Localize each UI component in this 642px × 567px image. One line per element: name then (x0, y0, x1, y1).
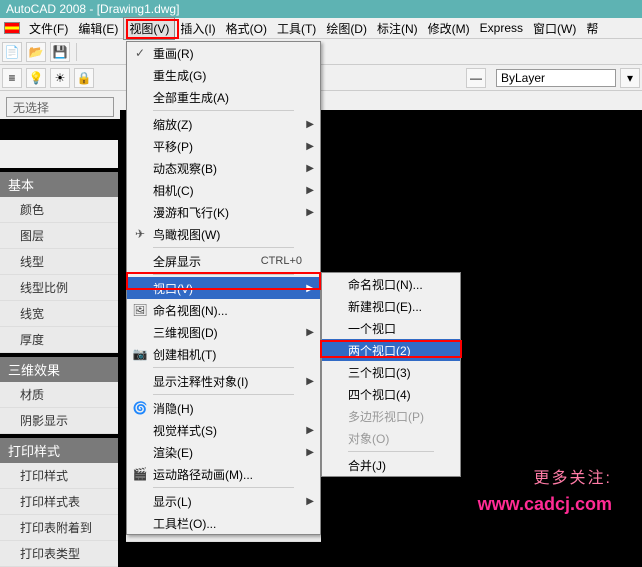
viewports-submenu: 命名视口(N)... 新建视口(E)... 一个视口 两个视口(2) 三个视口(… (321, 272, 461, 477)
watermark-text-2: www.cadcj.com (478, 494, 612, 515)
motion-icon: 🎬 (127, 467, 153, 481)
submenu-three-vp[interactable]: 三个视口(3) (322, 361, 460, 383)
menu-item-fullscreen[interactable]: 全屏显示CTRL+0 (127, 250, 320, 272)
camera-icon: 📷 (127, 347, 153, 361)
menu-item-viewports[interactable]: 视口(V)▶ (127, 277, 320, 299)
prop-thickness[interactable]: 厚度 (0, 327, 118, 353)
menu-insert[interactable]: 插入(I) (175, 18, 220, 39)
submenu-poly-vp: 多边形视口(P) (322, 405, 460, 427)
bulb-icon[interactable]: 💡 (26, 68, 46, 88)
prop-linetype[interactable]: 线型 (0, 249, 118, 275)
menu-format[interactable]: 格式(O) (221, 18, 272, 39)
open-button[interactable]: 📂 (26, 42, 46, 62)
submenu-two-vp[interactable]: 两个视口(2) (322, 339, 460, 361)
layers-icon[interactable]: ≡ (2, 68, 22, 88)
chevron-right-icon: ▶ (306, 447, 314, 458)
prop-plotstyle[interactable]: 打印样式 (0, 463, 118, 489)
prop-color[interactable]: 颜色 (0, 197, 118, 223)
chevron-right-icon: ▶ (306, 185, 314, 196)
menu-edit[interactable]: 编辑(E) (73, 18, 123, 39)
layers-toolbar: ≡ 💡 ☀ 🔒 — ByLayer ▾ (0, 65, 642, 91)
prop-lineweight[interactable]: 线宽 (0, 301, 118, 327)
chevron-right-icon: ▶ (306, 283, 314, 294)
watermark-text-1: 更多关注: (534, 464, 612, 488)
submenu-object-vp: 对象(O) (322, 427, 460, 449)
prop-plottype[interactable]: 打印表类型 (0, 541, 118, 567)
menu-help[interactable]: 帮 (581, 18, 603, 39)
menu-item-walkfly[interactable]: 漫游和飞行(K)▶ (127, 201, 320, 223)
save-button[interactable]: 💾 (50, 42, 70, 62)
prop-plottable[interactable]: 打印样式表 (0, 489, 118, 515)
new-button[interactable]: 📄 (2, 42, 22, 62)
menu-window[interactable]: 窗口(W) (528, 18, 581, 39)
chevron-right-icon: ▶ (306, 141, 314, 152)
menu-item-toolbars[interactable]: 工具栏(O)... (127, 512, 320, 534)
menu-item-regenall[interactable]: 全部重生成(A) (127, 86, 320, 108)
chevron-right-icon: ▶ (306, 496, 314, 507)
standard-toolbar: 📄 📂 💾 (0, 39, 642, 65)
menu-express[interactable]: Express (475, 19, 528, 37)
prop-shadow[interactable]: 阴影显示 (0, 408, 118, 434)
menu-dimension[interactable]: 标注(N) (372, 18, 423, 39)
menu-item-motion[interactable]: 🎬运动路径动画(M)... (127, 463, 320, 485)
more-icon[interactable]: ▾ (620, 68, 640, 88)
menu-item-redraw[interactable]: ✓重画(R) (127, 42, 320, 64)
menu-bar: 文件(F) 编辑(E) 视图(V) 插入(I) 格式(O) 工具(T) 绘图(D… (0, 18, 642, 39)
menu-item-zoom[interactable]: 缩放(Z)▶ (127, 113, 320, 135)
view-icon: 🖼 (127, 303, 153, 317)
menu-tools[interactable]: 工具(T) (272, 18, 321, 39)
sun-icon[interactable]: ☀ (50, 68, 70, 88)
chevron-right-icon: ▶ (306, 163, 314, 174)
menu-draw[interactable]: 绘图(D) (321, 18, 372, 39)
view-menu-dropdown: ✓重画(R) 重生成(G) 全部重生成(A) 缩放(Z)▶ 平移(P)▶ 动态观… (126, 41, 321, 535)
menu-item-aerial[interactable]: ✈鸟瞰视图(W) (127, 223, 320, 245)
submenu-new-vp[interactable]: 新建视口(E)... (322, 295, 460, 317)
menu-item-namedview[interactable]: 🖼命名视图(N)... (127, 299, 320, 321)
menu-item-createcam[interactable]: 📷创建相机(T) (127, 343, 320, 365)
menu-item-regen[interactable]: 重生成(G) (127, 64, 320, 86)
chevron-right-icon: ▶ (306, 376, 314, 387)
submenu-join-vp[interactable]: 合并(J) (322, 454, 460, 476)
properties-palette: 基本 颜色 图层 线型 线型比例 线宽 厚度 三维效果 材质 阴影显示 打印样式… (0, 140, 118, 567)
menu-view[interactable]: 视图(V) (123, 17, 175, 40)
menu-item-3dview[interactable]: 三维视图(D)▶ (127, 321, 320, 343)
prop-material[interactable]: 材质 (0, 382, 118, 408)
panel-basic-header[interactable]: 基本 (0, 172, 118, 197)
prop-layer[interactable]: 图层 (0, 223, 118, 249)
chevron-right-icon: ▶ (306, 327, 314, 338)
prop-plotattach[interactable]: 打印表附着到 (0, 515, 118, 541)
submenu-four-vp[interactable]: 四个视口(4) (322, 383, 460, 405)
separator (76, 43, 77, 61)
chevron-right-icon: ▶ (306, 425, 314, 436)
menu-item-annovis[interactable]: 显示注释性对象(I)▶ (127, 370, 320, 392)
app-title: AutoCAD 2008 - [Drawing1.dwg] (6, 2, 179, 16)
chevron-right-icon: ▶ (306, 119, 314, 130)
check-icon: ✓ (127, 46, 153, 60)
lock-icon[interactable]: 🔒 (74, 68, 94, 88)
chevron-right-icon: ▶ (306, 207, 314, 218)
line-icon[interactable]: — (466, 68, 486, 88)
menu-modify[interactable]: 修改(M) (423, 18, 475, 39)
prop-ltscale[interactable]: 线型比例 (0, 275, 118, 301)
submenu-one-vp[interactable]: 一个视口 (322, 317, 460, 339)
panel-3d-header[interactable]: 三维效果 (0, 357, 118, 382)
hide-icon: 🌀 (127, 401, 153, 415)
selection-combo[interactable]: 无选择 (6, 97, 114, 117)
menu-item-pan[interactable]: 平移(P)▶ (127, 135, 320, 157)
bylayer-combo[interactable]: ByLayer (496, 69, 616, 87)
aerial-icon: ✈ (127, 227, 153, 241)
menu-file[interactable]: 文件(F) (24, 18, 73, 39)
submenu-named-vp[interactable]: 命名视口(N)... (322, 273, 460, 295)
panel-print-header[interactable]: 打印样式 (0, 438, 118, 463)
title-bar: AutoCAD 2008 - [Drawing1.dwg] (0, 0, 642, 18)
flag-icon (4, 22, 20, 34)
menu-item-visualstyle[interactable]: 视觉样式(S)▶ (127, 419, 320, 441)
menu-item-hide[interactable]: 🌀消隐(H) (127, 397, 320, 419)
menu-item-camera[interactable]: 相机(C)▶ (127, 179, 320, 201)
menu-item-orbit[interactable]: 动态观察(B)▶ (127, 157, 320, 179)
menu-item-render[interactable]: 渲染(E)▶ (127, 441, 320, 463)
menu-item-display[interactable]: 显示(L)▶ (127, 490, 320, 512)
